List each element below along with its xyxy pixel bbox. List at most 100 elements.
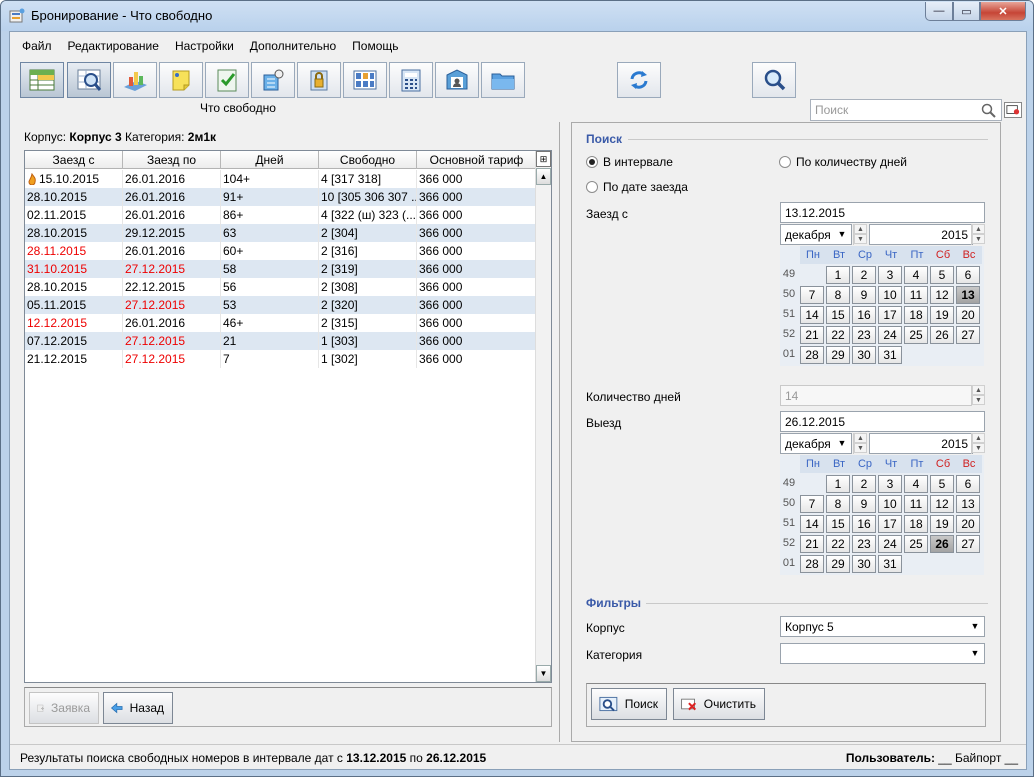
building-select[interactable]: Корпус 5 ▼ xyxy=(780,616,985,637)
cal1-day[interactable]: 3 xyxy=(878,266,902,284)
cal1-day[interactable]: 14 xyxy=(800,306,824,324)
cal1-day[interactable]: 6 xyxy=(956,266,980,284)
close-button[interactable]: ✕ xyxy=(980,2,1026,21)
table-row[interactable]: 07.12.2015 27.12.2015 21 1 [303] 366 000 xyxy=(25,332,537,350)
cal1-day[interactable]: 9 xyxy=(852,286,876,304)
cal2-day[interactable]: 5 xyxy=(930,475,954,493)
cal1-day[interactable]: 19 xyxy=(930,306,954,324)
cal2-day[interactable]: 15 xyxy=(826,515,850,533)
days-count-spinner[interactable]: ▲ ▼ xyxy=(971,385,985,406)
scroll-up-icon[interactable]: ▲ xyxy=(536,168,551,185)
cal2-day[interactable]: 11 xyxy=(904,495,928,513)
tb-notes-button[interactable] xyxy=(159,62,203,98)
cal2-day[interactable]: 1 xyxy=(826,475,850,493)
table-row[interactable]: 28.11.2015 26.01.2016 60+ 2 [316] 366 000 xyxy=(25,242,537,260)
menu-help[interactable]: Помощь xyxy=(344,39,406,53)
cal1-day[interactable]: 24 xyxy=(878,326,902,344)
table-row[interactable]: 05.11.2015 27.12.2015 53 2 [320] 366 000 xyxy=(25,296,537,314)
search-input[interactable]: Поиск xyxy=(810,99,1002,121)
minimize-button[interactable]: — xyxy=(925,2,953,21)
cal1-day[interactable]: 17 xyxy=(878,306,902,324)
tb-table-button[interactable] xyxy=(20,62,64,98)
checkout-input[interactable]: 26.12.2015 xyxy=(780,411,985,432)
col-from[interactable]: Заезд с xyxy=(25,151,123,169)
menu-extra[interactable]: Дополнительно xyxy=(242,39,344,53)
tb-chart-button[interactable] xyxy=(113,62,157,98)
cal1-day[interactable]: 26 xyxy=(930,326,954,344)
cal2-day[interactable]: 9 xyxy=(852,495,876,513)
cal2-day[interactable]: 21 xyxy=(800,535,824,553)
tb-folder-button[interactable] xyxy=(481,62,525,98)
cal2-day[interactable]: 31 xyxy=(878,555,902,573)
cal2-year-spinner[interactable]: ▲ ▼ xyxy=(971,433,985,454)
cal1-day[interactable]: 18 xyxy=(904,306,928,324)
cal2-year-input[interactable]: 2015 xyxy=(869,433,973,454)
cal1-day[interactable]: 23 xyxy=(852,326,876,344)
cal2-day[interactable]: 7 xyxy=(800,495,824,513)
cal2-day[interactable]: 20 xyxy=(956,515,980,533)
cal1-month-select[interactable]: декабря ▼ xyxy=(780,224,852,245)
cal2-day[interactable]: 28 xyxy=(800,555,824,573)
cal2-month-select[interactable]: декабря ▼ xyxy=(780,433,852,454)
cal1-day[interactable]: 25 xyxy=(904,326,928,344)
clear-button[interactable]: Очистить xyxy=(673,688,765,720)
cal1-day[interactable]: 11 xyxy=(904,286,928,304)
cal1-day[interactable]: 29 xyxy=(826,346,850,364)
radio-by-days[interactable]: По количеству дней xyxy=(779,155,907,169)
cal1-day[interactable]: 15 xyxy=(826,306,850,324)
table-row[interactable]: 02.11.2015 26.01.2016 86+ 4 [322 (ш) 323 (.… xyxy=(25,206,537,224)
title-bar[interactable]: Бронирование - Что свободно — ▭ ✕ xyxy=(1,1,1033,31)
cal2-day[interactable]: 30 xyxy=(852,555,876,573)
search-button[interactable]: Поиск xyxy=(591,688,667,720)
table-row[interactable]: 21.12.2015 27.12.2015 7 1 [302] 366 000 xyxy=(25,350,537,368)
table-row[interactable]: 28.10.2015 29.12.2015 63 2 [304] 366 000 xyxy=(25,224,537,242)
cal1-month-spinner[interactable]: ▲ ▼ xyxy=(853,224,867,245)
cal1-day[interactable]: 5 xyxy=(930,266,954,284)
menu-edit[interactable]: Редактирование xyxy=(60,39,167,53)
cal1-day[interactable]: 4 xyxy=(904,266,928,284)
col-to[interactable]: Заезд по xyxy=(123,151,221,169)
cal2-month-spinner[interactable]: ▲ ▼ xyxy=(853,433,867,454)
cal1-day[interactable]: 28 xyxy=(800,346,824,364)
col-tariff[interactable]: Основной тариф xyxy=(417,151,537,169)
cal1-day[interactable]: 8 xyxy=(826,286,850,304)
scroll-down-icon[interactable]: ▼ xyxy=(536,665,551,682)
cal1-day[interactable]: 12 xyxy=(930,286,954,304)
cal2-day[interactable]: 23 xyxy=(852,535,876,553)
cal1-day[interactable]: 22 xyxy=(826,326,850,344)
cal1-day[interactable]: 13 xyxy=(956,286,980,304)
col-free[interactable]: Свободно xyxy=(319,151,417,169)
radio-interval[interactable]: В интервале xyxy=(586,155,673,169)
cal1-day[interactable]: 30 xyxy=(852,346,876,364)
cal1-day[interactable]: 20 xyxy=(956,306,980,324)
search-options-icon[interactable] xyxy=(1004,102,1022,118)
request-button[interactable]: Заявка xyxy=(29,692,99,724)
tb-calc-button[interactable] xyxy=(389,62,433,98)
cal2-day[interactable]: 24 xyxy=(878,535,902,553)
cal2-day[interactable]: 13 xyxy=(956,495,980,513)
table-row[interactable]: 28.10.2015 22.12.2015 56 2 [308] 366 000 xyxy=(25,278,537,296)
cal2-day[interactable]: 25 xyxy=(904,535,928,553)
table-row[interactable]: 15.10.2015 26.01.2016 104+ 4 [317 318] 366 0… xyxy=(25,170,537,188)
cal1-day[interactable]: 21 xyxy=(800,326,824,344)
cal2-day[interactable]: 29 xyxy=(826,555,850,573)
cal1-day[interactable]: 2 xyxy=(852,266,876,284)
cal1-day[interactable]: 7 xyxy=(800,286,824,304)
cal2-day[interactable]: 6 xyxy=(956,475,980,493)
cal2-day[interactable]: 26 xyxy=(930,535,954,553)
search-icon[interactable] xyxy=(980,102,996,118)
tb-check-button[interactable] xyxy=(205,62,249,98)
cal1-year-input[interactable]: 2015 xyxy=(869,224,973,245)
tb-lock-button[interactable] xyxy=(297,62,341,98)
checkin-input[interactable]: 13.12.2015 xyxy=(780,202,985,223)
cal2-day[interactable]: 17 xyxy=(878,515,902,533)
cal2-day[interactable]: 27 xyxy=(956,535,980,553)
cal2-day[interactable]: 18 xyxy=(904,515,928,533)
cal1-day[interactable]: 10 xyxy=(878,286,902,304)
cal1-day[interactable]: 31 xyxy=(878,346,902,364)
tb-free-search-button[interactable] xyxy=(67,62,111,98)
cal1-day[interactable]: 16 xyxy=(852,306,876,324)
category-select[interactable]: ▼ xyxy=(780,643,985,664)
tb-guests-button[interactable] xyxy=(435,62,479,98)
cal2-day[interactable]: 19 xyxy=(930,515,954,533)
